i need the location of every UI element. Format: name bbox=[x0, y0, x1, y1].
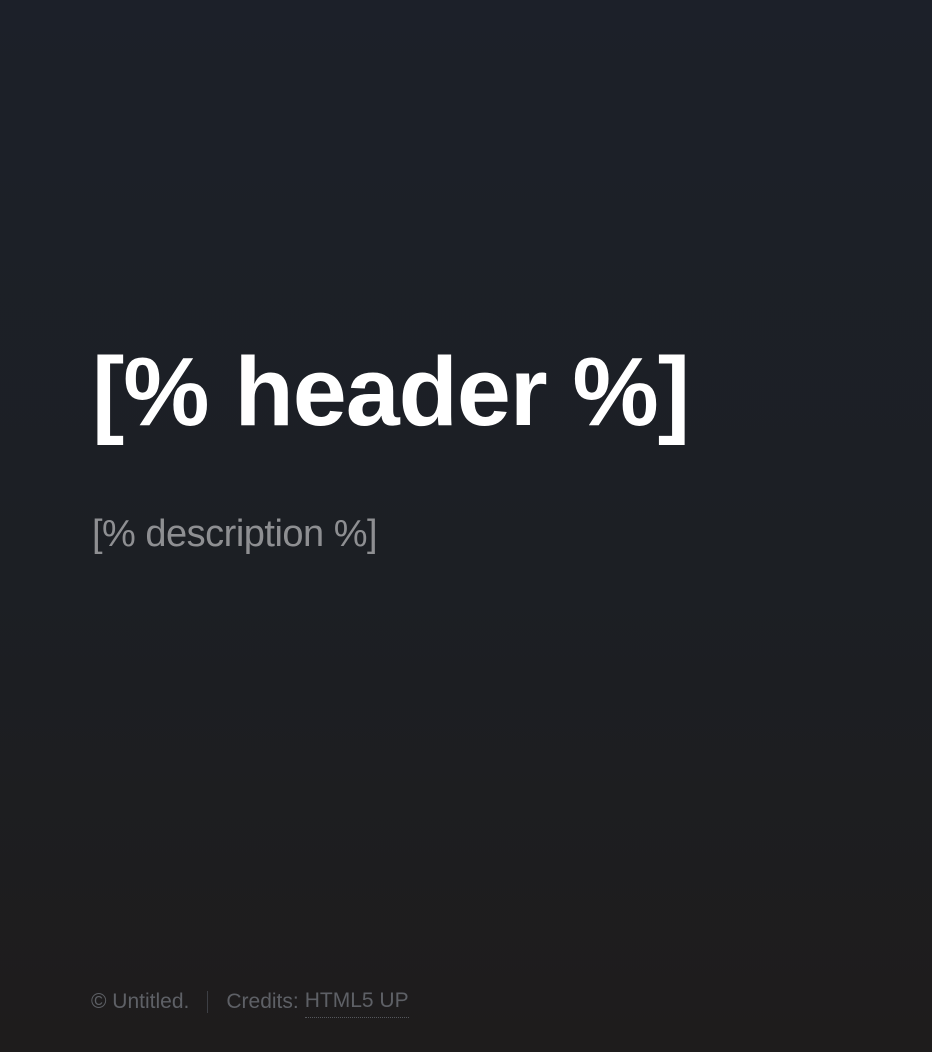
footer: © Untitled. Credits: HTML5 UP bbox=[91, 986, 409, 1018]
footer-divider bbox=[207, 991, 209, 1013]
hero-section: [% header %] [% description %] bbox=[92, 336, 872, 556]
page-title: [% header %] bbox=[92, 337, 690, 446]
credits-link[interactable]: HTML5 UP bbox=[304, 986, 409, 1018]
page-description: [% description %] bbox=[92, 513, 378, 555]
copyright-text: © Untitled. bbox=[91, 990, 190, 1013]
credits-label: Credits: bbox=[226, 990, 299, 1013]
